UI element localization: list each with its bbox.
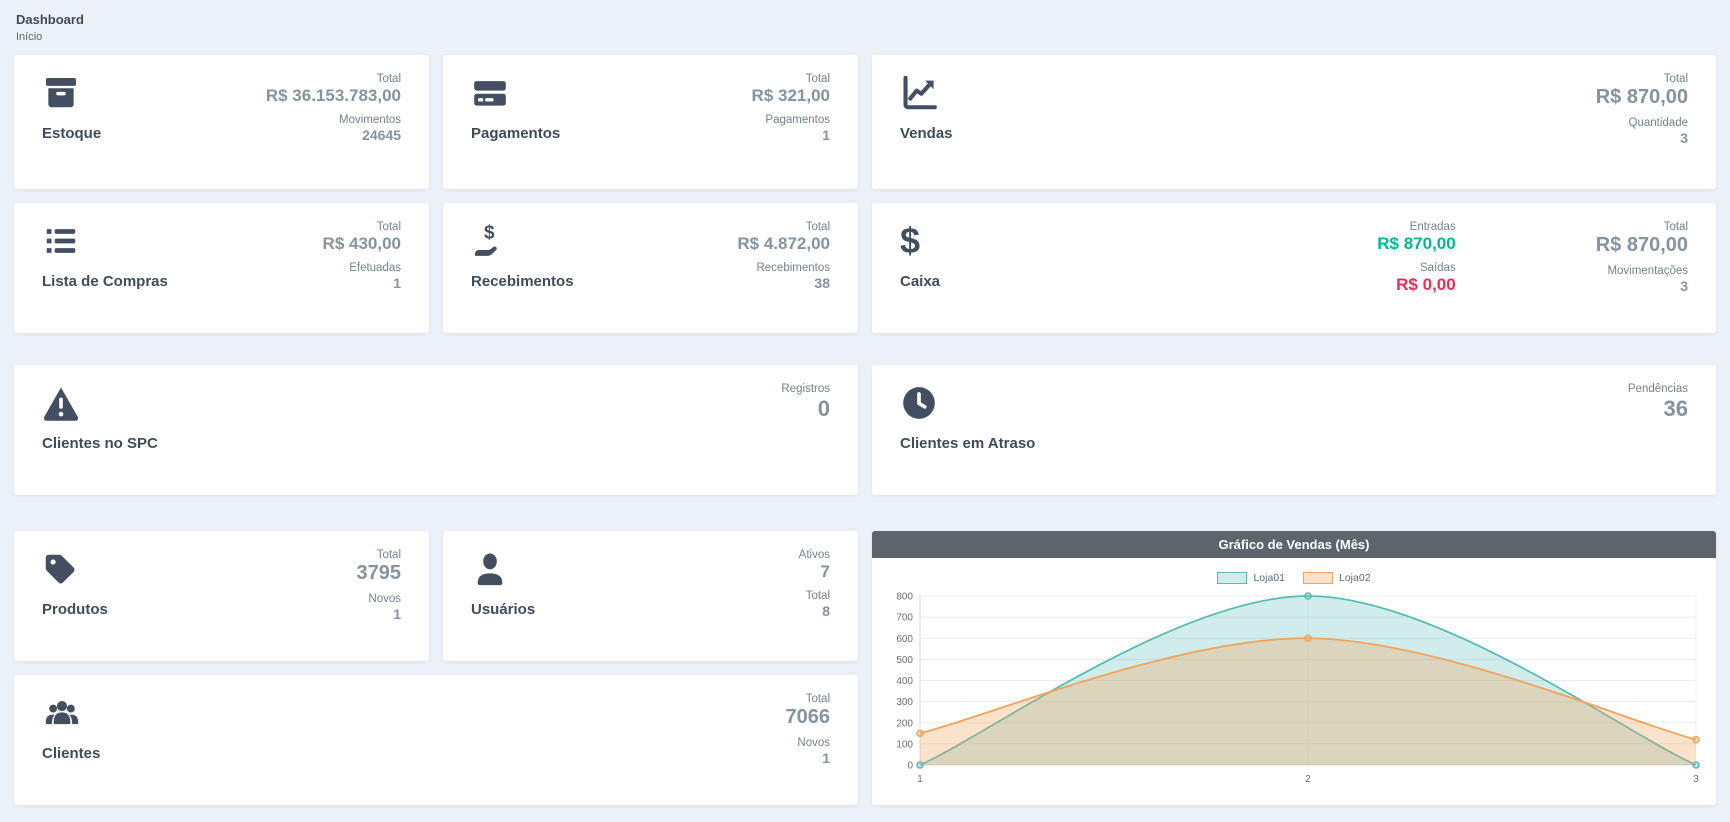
stat-entradas: Entradas R$ 870,00 <box>1377 221 1455 254</box>
stat-novos: Novos 1 <box>797 737 830 766</box>
users-icon <box>42 693 84 733</box>
stat-total: Total R$ 36.153.783,00 <box>266 73 401 106</box>
stat-pendencias: Pendências 36 <box>1628 383 1688 422</box>
svg-text:2: 2 <box>1305 774 1311 785</box>
clock-icon <box>900 383 942 423</box>
breadcrumb[interactable]: Início <box>16 31 1716 43</box>
page-title: Dashboard <box>16 12 1716 27</box>
card-title: Recebimentos <box>471 273 574 290</box>
dollar-sign-icon: $ <box>900 221 942 261</box>
stat-recebimentos: Recebimentos 38 <box>756 262 830 291</box>
card-lista-de-compras: Lista de Compras Total R$ 430,00 Efetuad… <box>14 203 429 333</box>
chart-line-icon <box>900 73 942 113</box>
card-clientes-no-spc: Clientes no SPC Registros 0 <box>14 365 858 495</box>
card-title: Produtos <box>42 601 108 618</box>
stat-total: Total R$ 321,00 <box>752 73 830 106</box>
stat-total: Total R$ 870,00 <box>1596 73 1688 109</box>
svg-text:200: 200 <box>896 718 913 729</box>
sales-area-chart: 0 100 200 300 400 500 600 700 800 1 2 3 <box>882 586 1706 791</box>
svg-text:600: 600 <box>896 634 913 645</box>
stat-movimentacoes: Movimentações 3 <box>1607 265 1688 294</box>
stat-total: Total R$ 870,00 <box>1596 221 1688 257</box>
tag-icon <box>42 549 84 589</box>
stat-total: Total 7066 <box>786 693 831 729</box>
card-title: Usuários <box>471 601 535 618</box>
svg-text:$: $ <box>484 223 495 244</box>
list-icon <box>42 221 84 261</box>
svg-text:500: 500 <box>896 655 913 666</box>
legend-item[interactable]: Loja02 <box>1303 572 1371 584</box>
page-header: Dashboard Início <box>16 12 1716 43</box>
card-usuarios: Usuários Ativos 7 Total 8 <box>443 531 858 661</box>
card-title: Vendas <box>900 125 953 142</box>
card-caixa: $ Caixa Entradas R$ 870,00 Saídas R$ 0,0… <box>872 203 1716 333</box>
svg-text:800: 800 <box>896 592 913 603</box>
stat-pagamentos: Pagamentos 1 <box>765 114 830 143</box>
card-estoque: Estoque Total R$ 36.153.783,00 Movimento… <box>14 55 429 189</box>
stat-efetuadas: Efetuadas 1 <box>349 262 401 291</box>
card-title: Pagamentos <box>471 125 560 142</box>
svg-text:100: 100 <box>896 739 913 750</box>
svg-text:1: 1 <box>917 774 923 785</box>
card-clientes: Clientes Total 7066 Novos 1 <box>14 675 858 805</box>
svg-text:400: 400 <box>896 676 913 687</box>
stat-total: Total R$ 4.872,00 <box>737 221 830 254</box>
svg-text:3: 3 <box>1693 774 1699 785</box>
card-vendas: Vendas Total R$ 870,00 Quantidade 3 <box>872 55 1716 189</box>
user-icon <box>471 549 513 589</box>
card-pagamentos: Pagamentos Total R$ 321,00 Pagamentos 1 <box>443 55 858 189</box>
stat-quantidade: Quantidade 3 <box>1629 117 1688 146</box>
stat-total: Total 3795 <box>357 549 402 585</box>
svg-text:0: 0 <box>907 761 913 772</box>
chart-legend: Loja01 Loja02 <box>882 572 1706 584</box>
card-title: Caixa <box>900 273 940 290</box>
stat-saidas: Saídas R$ 0,00 <box>1396 262 1456 295</box>
svg-text:700: 700 <box>896 613 913 624</box>
card-title: Clientes em Atraso <box>900 435 1035 452</box>
stat-registros: Registros 0 <box>781 383 830 422</box>
legend-item[interactable]: Loja01 <box>1217 572 1285 584</box>
credit-card-icon <box>471 73 513 113</box>
card-title: Clientes no SPC <box>42 435 158 452</box>
warning-triangle-icon <box>42 383 84 423</box>
stat-ativos: Ativos 7 <box>799 549 830 582</box>
card-title: Lista de Compras <box>42 273 168 290</box>
card-recebimentos: $ Recebimentos Total R$ 4.872,00 Recebim… <box>443 203 858 333</box>
chart-title: Gráfico de Vendas (Mês) <box>872 531 1716 558</box>
stat-novos: Novos 1 <box>368 593 401 622</box>
hand-holding-dollar-icon: $ <box>471 221 513 261</box>
card-produtos: Produtos Total 3795 Novos 1 <box>14 531 429 661</box>
card-title: Estoque <box>42 125 101 142</box>
svg-text:300: 300 <box>896 697 913 708</box>
stat-total: Total R$ 430,00 <box>323 221 401 254</box>
card-title: Clientes <box>42 745 100 762</box>
stat-total: Total 8 <box>806 590 830 619</box>
card-clientes-em-atraso: Clientes em Atraso Pendências 36 <box>872 365 1716 495</box>
archive-box-icon <box>42 73 84 113</box>
stat-movimentos: Movimentos 24645 <box>339 114 401 143</box>
dashboard-page: Dashboard Início Estoque Total R$ 36.153… <box>0 0 1730 805</box>
chart-body: Loja01 Loja02 0 100 200 300 400 500 600 700 800 1 2… <box>872 558 1716 805</box>
card-grafico-vendas: Gráfico de Vendas (Mês) Loja01Loja02 010… <box>872 531 1716 805</box>
